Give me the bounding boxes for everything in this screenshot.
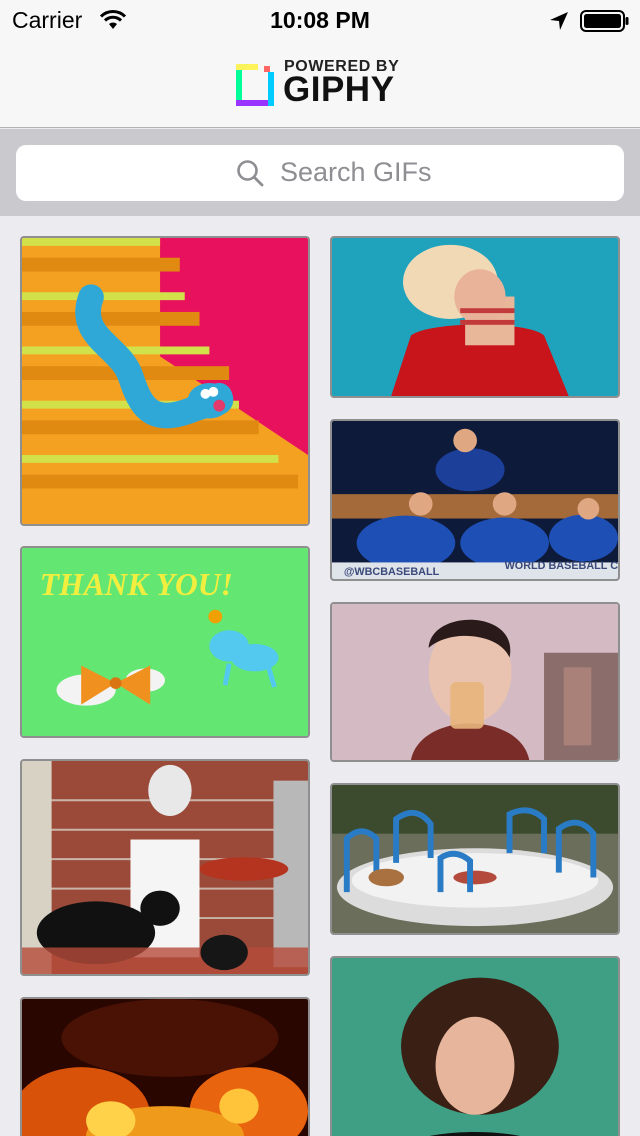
gif-tile-pizza-dogs[interactable] xyxy=(20,759,310,976)
giphy-wordmark: GIPHY xyxy=(283,70,395,109)
baseball-dugout-image: @WBCBASEBALL WORLD BASEBALL C xyxy=(332,421,618,579)
gif-tile-baseball-dugout[interactable]: @WBCBASEBALL WORLD BASEBALL C xyxy=(330,419,620,581)
blonde-woman-image xyxy=(332,238,618,396)
pizza-dogs-image xyxy=(22,761,308,974)
battery-icon xyxy=(580,10,630,32)
thank-you-image: THANK YOU! xyxy=(22,548,308,736)
gif-tile-blonde-woman[interactable] xyxy=(330,236,620,398)
gif-tile-dog-merry-go-round[interactable] xyxy=(330,783,620,935)
gif-tile-thank-you[interactable]: THANK YOU! xyxy=(20,546,310,738)
search-input[interactable]: Search GIFs xyxy=(16,145,624,201)
gif-tile-worm-stairs[interactable] xyxy=(20,236,310,526)
giphy-logo: POWERED BY GIPHY xyxy=(236,58,416,108)
worm-stairs-image xyxy=(22,238,308,524)
thank-you-text: THANK YOU! xyxy=(40,567,233,602)
dog-merry-go-round-image xyxy=(332,785,618,933)
gif-tile-woman-portrait[interactable] xyxy=(330,956,620,1136)
search-placeholder: Search GIFs xyxy=(280,157,432,187)
gif-tile-fire[interactable] xyxy=(20,997,310,1136)
location-arrow-icon xyxy=(548,11,570,31)
header-bar: Carrier 10:08 PM POWERED BY GIPHY xyxy=(0,0,640,128)
woman-portrait-image xyxy=(332,958,618,1136)
gif-tile-woman-drinking[interactable] xyxy=(330,602,620,762)
search-icon xyxy=(236,159,264,187)
wbc-text-left: @WBCBASEBALL xyxy=(344,566,440,578)
fire-image xyxy=(22,999,308,1136)
woman-drinking-image xyxy=(332,604,618,760)
status-bar: Carrier 10:08 PM xyxy=(0,0,640,40)
clock: 10:08 PM xyxy=(270,7,370,33)
search-bar-container: Search GIFs xyxy=(0,129,640,216)
wbc-text-right: WORLD BASEBALL C xyxy=(505,560,618,572)
giphy-logo-icon xyxy=(236,62,274,106)
